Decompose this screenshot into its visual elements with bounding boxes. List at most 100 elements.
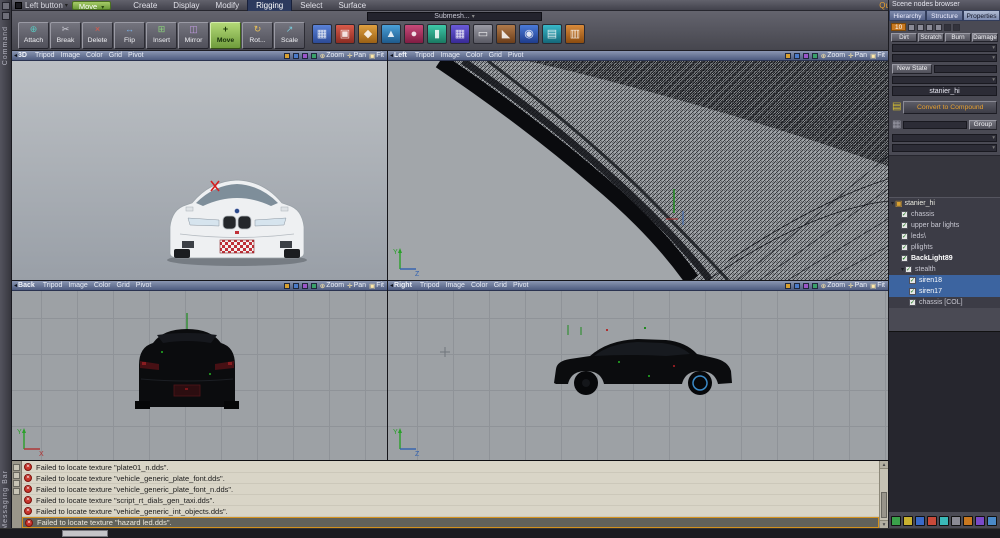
panel-tool-icon[interactable]	[975, 516, 985, 526]
menu-image[interactable]: Image	[61, 52, 80, 59]
panel-tool-icon[interactable]	[915, 516, 925, 526]
panel-tool-icon[interactable]	[963, 516, 973, 526]
primitive-icon[interactable]: ◆	[358, 24, 378, 44]
scroll-down-icon[interactable]: ▾	[880, 520, 888, 528]
primitive-icon[interactable]: ▦	[450, 24, 470, 44]
expander-icon[interactable]: ▾	[901, 266, 904, 273]
menu-rigging[interactable]: Rigging	[247, 0, 292, 11]
visibility-checkbox[interactable]: ✓	[909, 288, 916, 295]
primitive-icon[interactable]: ◉	[519, 24, 539, 44]
log-entry[interactable]: ×Failed to locate texture "vehicle_gener…	[22, 506, 879, 517]
scale-button[interactable]: ↗Scale	[274, 22, 305, 49]
zoom-control[interactable]: ⊕Zoom	[320, 52, 344, 60]
option-field[interactable]: ▾	[892, 144, 997, 152]
menu-color[interactable]: Color	[94, 282, 111, 289]
menu-pivot[interactable]: Pivot	[513, 282, 529, 289]
textured-mode-icon[interactable]	[803, 283, 809, 289]
scroll-up-icon[interactable]: ▴	[880, 461, 888, 469]
wireframe-mode-icon[interactable]	[794, 283, 800, 289]
panel-tool-icon[interactable]	[951, 516, 961, 526]
menu-grid[interactable]: Grid	[109, 52, 122, 59]
menu-pivot[interactable]: Pivot	[128, 52, 144, 59]
menu-grid[interactable]: Grid	[489, 52, 502, 59]
convert-to-compound-button[interactable]: Convert to Compound	[903, 101, 997, 114]
primitive-icon[interactable]: ▥	[565, 24, 585, 44]
tree-node[interactable]: ✓BackLight89	[889, 253, 1000, 264]
log-filter-icon[interactable]	[13, 472, 20, 479]
move-button[interactable]: +Move	[210, 22, 241, 49]
viewport-back-canvas[interactable]: Y X	[12, 291, 387, 460]
viewport-left-canvas[interactable]: Y Z	[388, 61, 888, 280]
tree-node-selected[interactable]: ✓siren17	[889, 286, 1000, 297]
viewport-menu-icon[interactable]: ◂	[390, 52, 393, 59]
pan-control[interactable]: ✛Pan	[347, 52, 366, 60]
group-button[interactable]: Group	[969, 120, 997, 130]
textured-mode-icon[interactable]	[302, 283, 308, 289]
visibility-checkbox[interactable]: ✓	[901, 244, 908, 251]
log-filter-icon[interactable]	[13, 488, 20, 495]
viewport-menu-icon[interactable]: ◂	[14, 52, 17, 59]
flip-button[interactable]: ↔Flip	[114, 22, 145, 49]
burn-button[interactable]: Burn	[945, 33, 971, 42]
menu-grid[interactable]: Grid	[117, 282, 130, 289]
left-button-label[interactable]: Left button	[25, 1, 63, 10]
log-entry[interactable]: ×Failed to locate texture "vehicle_gener…	[22, 484, 879, 495]
log-filter-icon[interactable]	[13, 464, 20, 471]
command-strip-label[interactable]: Command	[2, 26, 9, 65]
menu-color[interactable]: Color	[471, 282, 488, 289]
shading-mode-icon[interactable]	[284, 283, 290, 289]
active-tool-chip[interactable]: Move ▾	[72, 1, 111, 10]
panel-tool-icon[interactable]	[987, 516, 997, 526]
menu-image[interactable]: Image	[440, 52, 459, 59]
pan-control[interactable]: ✛Pan	[347, 282, 366, 290]
state-slot-icon[interactable]	[944, 24, 951, 31]
tab-properties[interactable]: Properties	[963, 10, 1000, 21]
zoom-control[interactable]: ⊕Zoom	[821, 282, 845, 290]
tab-structure[interactable]: Structure	[926, 10, 963, 21]
visibility-checkbox[interactable]: ✓	[901, 255, 908, 262]
viewport-menu-icon[interactable]: ◂	[14, 282, 17, 289]
state-list-field[interactable]	[934, 65, 997, 73]
visibility-checkbox[interactable]: ✓	[905, 266, 912, 273]
fit-control[interactable]: ▣Fit	[870, 282, 885, 290]
panel-tool-icon[interactable]	[891, 516, 901, 526]
tree-node[interactable]: ✓chassis [COL]	[889, 297, 1000, 308]
primitive-icon[interactable]: ▮	[427, 24, 447, 44]
fit-control[interactable]: ▣Fit	[369, 282, 384, 290]
wireframe-mode-icon[interactable]	[293, 53, 299, 59]
menu-tripod[interactable]: Tripod	[415, 52, 435, 59]
delete-button[interactable]: ×Delete	[82, 22, 113, 49]
pan-control[interactable]: ✛Pan	[848, 52, 867, 60]
state-slot-icon[interactable]	[917, 24, 924, 31]
shading-mode-icon[interactable]	[785, 283, 791, 289]
messaging-bar-label[interactable]: Messaging Bar	[2, 470, 9, 530]
primitive-icon[interactable]: ▤	[542, 24, 562, 44]
tree-node[interactable]: ✓pllights	[889, 242, 1000, 253]
new-state-button[interactable]: New State	[892, 64, 932, 74]
state-slot-icon[interactable]	[926, 24, 933, 31]
shading-mode-icon[interactable]	[284, 53, 290, 59]
damage-button[interactable]: Damage	[972, 33, 998, 42]
visibility-checkbox[interactable]: ✓	[909, 299, 916, 306]
menu-create[interactable]: Create	[125, 0, 165, 11]
menu-image[interactable]: Image	[446, 282, 465, 289]
menu-modify[interactable]: Modify	[208, 0, 248, 11]
log-scrollbar[interactable]: ▴ ▾	[879, 461, 888, 528]
lighting-mode-icon[interactable]	[812, 283, 818, 289]
group-target-field[interactable]	[903, 121, 966, 129]
primitive-icon[interactable]: ◣	[496, 24, 516, 44]
wireframe-mode-icon[interactable]	[293, 283, 299, 289]
log-entry[interactable]: ×Failed to locate texture "vehicle_gener…	[22, 473, 879, 484]
menu-pivot[interactable]: Pivot	[508, 52, 524, 59]
menu-color[interactable]: Color	[86, 52, 103, 59]
dirt-button[interactable]: Dirt	[891, 33, 917, 42]
break-button[interactable]: ✂Break	[50, 22, 81, 49]
tree-node[interactable]: ✓chassis	[889, 209, 1000, 220]
visibility-checkbox[interactable]: ✓	[901, 222, 908, 229]
viewport-menu-icon[interactable]: ◂	[390, 282, 393, 289]
lighting-mode-icon[interactable]	[311, 53, 317, 59]
lighting-mode-icon[interactable]	[311, 283, 317, 289]
menu-grid[interactable]: Grid	[494, 282, 507, 289]
menu-select[interactable]: Select	[292, 0, 330, 11]
rotate-button[interactable]: ↻Rot...	[242, 22, 273, 49]
